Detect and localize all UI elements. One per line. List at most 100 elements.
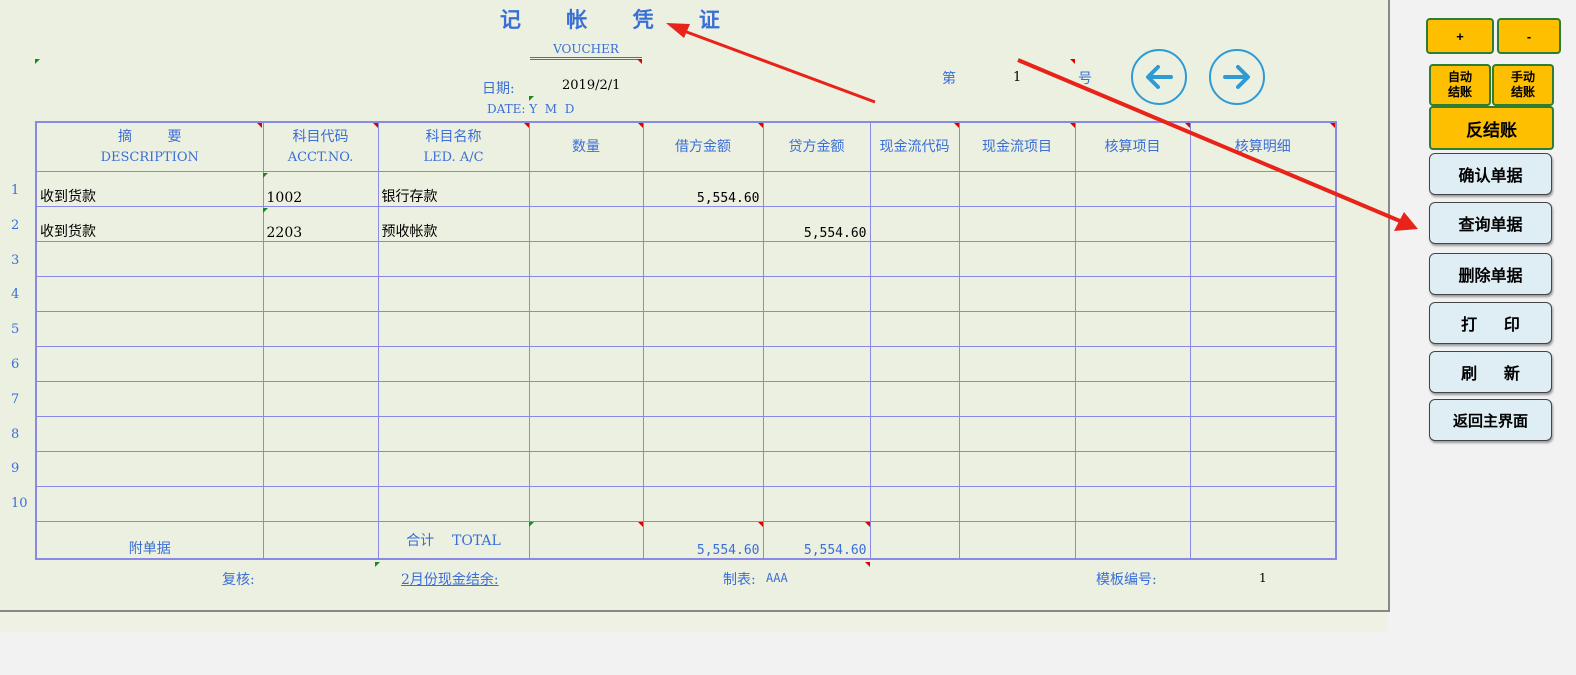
back-to-main-button[interactable]: 返回主界面: [1429, 399, 1552, 441]
cell-cashflow-item[interactable]: [958, 451, 1076, 487]
cell-quantity[interactable]: [528, 241, 644, 277]
cell-credit[interactable]: [762, 381, 871, 417]
cell-description[interactable]: [35, 276, 264, 312]
cell-accounting-detail[interactable]: [1189, 346, 1337, 382]
manual-close-button[interactable]: 手动 结账: [1492, 64, 1554, 106]
template-value[interactable]: 1: [1259, 571, 1267, 585]
cell-acct-no[interactable]: 2203: [262, 206, 379, 242]
query-voucher-button[interactable]: 查询单据: [1429, 202, 1552, 244]
cell-quantity[interactable]: [528, 276, 644, 312]
cell-debit[interactable]: [642, 241, 764, 277]
cell-accounting-detail[interactable]: [1189, 381, 1337, 417]
cell-cashflow-code[interactable]: [869, 206, 960, 242]
cell-acct-no[interactable]: [262, 451, 379, 487]
attachment-count-cell[interactable]: [262, 521, 379, 560]
cell-acct-no[interactable]: [262, 276, 379, 312]
cell-debit[interactable]: [642, 346, 764, 382]
date-value[interactable]: 2019/2/1: [562, 78, 620, 93]
minus-button[interactable]: -: [1497, 18, 1561, 54]
cell-credit[interactable]: [762, 486, 871, 522]
auto-close-button[interactable]: 自动 结账: [1429, 64, 1491, 106]
cell-acct-name[interactable]: 银行存款: [377, 171, 530, 207]
cell-accounting-detail[interactable]: [1189, 451, 1337, 487]
cell-accounting-detail[interactable]: [1189, 171, 1337, 207]
cell-accounting-detail[interactable]: [1189, 416, 1337, 452]
cell-description[interactable]: [35, 416, 264, 452]
cell-debit[interactable]: [642, 276, 764, 312]
cell-cashflow-code[interactable]: [869, 346, 960, 382]
cell-cashflow-code[interactable]: [869, 276, 960, 312]
print-button[interactable]: 打 印: [1429, 302, 1552, 344]
cell-description[interactable]: [35, 241, 264, 277]
cell-credit[interactable]: [762, 451, 871, 487]
cell-cashflow-item[interactable]: [958, 311, 1076, 347]
cell-description[interactable]: 收到货款: [35, 206, 264, 242]
cell-acct-no[interactable]: [262, 241, 379, 277]
cell-quantity[interactable]: [528, 311, 644, 347]
cell-accounting-detail[interactable]: [1189, 486, 1337, 522]
next-voucher-button[interactable]: [1209, 49, 1265, 105]
cell-acct-no[interactable]: [262, 416, 379, 452]
cell-debit[interactable]: [642, 381, 764, 417]
cell-description[interactable]: [35, 451, 264, 487]
cell-cashflow-item[interactable]: [958, 241, 1076, 277]
delete-voucher-button[interactable]: 删除单据: [1429, 253, 1552, 295]
cell-cashflow-code[interactable]: [869, 416, 960, 452]
cell-description[interactable]: [35, 346, 264, 382]
cell-accounting-item[interactable]: [1074, 346, 1191, 382]
cell-cashflow-item[interactable]: [958, 486, 1076, 522]
cell-acct-no[interactable]: [262, 311, 379, 347]
cell-accounting-item[interactable]: [1074, 241, 1191, 277]
cell-acct-name[interactable]: [377, 486, 530, 522]
cell-acct-name[interactable]: [377, 416, 530, 452]
cell-debit[interactable]: [642, 451, 764, 487]
cell-quantity[interactable]: [528, 381, 644, 417]
cell-description[interactable]: 收到货款: [35, 171, 264, 207]
cell-accounting-detail[interactable]: [1189, 241, 1337, 277]
cell-cashflow-item[interactable]: [958, 171, 1076, 207]
cell-quantity[interactable]: [528, 206, 644, 242]
cell-quantity[interactable]: [528, 451, 644, 487]
cell-credit[interactable]: [762, 416, 871, 452]
cell-quantity[interactable]: [528, 416, 644, 452]
reverse-close-button[interactable]: 反结账: [1429, 106, 1554, 150]
cash-balance-link[interactable]: 2月份现金结余:: [401, 569, 499, 589]
cell-acct-no[interactable]: [262, 486, 379, 522]
cell-acct-no[interactable]: [262, 381, 379, 417]
cell-quantity[interactable]: [528, 346, 644, 382]
cell-acct-name[interactable]: 预收帐款: [377, 206, 530, 242]
cell-acct-name[interactable]: [377, 311, 530, 347]
cell-cashflow-code[interactable]: [869, 451, 960, 487]
cell-acct-no[interactable]: [262, 346, 379, 382]
cell-accounting-item[interactable]: [1074, 486, 1191, 522]
cell-description[interactable]: [35, 311, 264, 347]
cell-debit[interactable]: [642, 206, 764, 242]
cell-acct-name[interactable]: [377, 451, 530, 487]
cell-cashflow-code[interactable]: [869, 381, 960, 417]
cell-credit[interactable]: 5,554.60: [762, 206, 871, 242]
cell-acct-name[interactable]: [377, 381, 530, 417]
cell-accounting-detail[interactable]: [1189, 311, 1337, 347]
refresh-button[interactable]: 刷 新: [1429, 351, 1552, 393]
cell-acct-no[interactable]: 1002: [262, 171, 379, 207]
cell-debit[interactable]: [642, 486, 764, 522]
voucher-no-value[interactable]: 1: [1013, 70, 1021, 85]
cell-acct-name[interactable]: [377, 241, 530, 277]
cell-debit[interactable]: 5,554.60: [642, 171, 764, 207]
cell-cashflow-code[interactable]: [869, 311, 960, 347]
cell-credit[interactable]: [762, 241, 871, 277]
cell-cashflow-item[interactable]: [958, 206, 1076, 242]
cell-credit[interactable]: [762, 276, 871, 312]
cell-debit[interactable]: [642, 416, 764, 452]
cell-credit[interactable]: [762, 346, 871, 382]
cell-accounting-detail[interactable]: [1189, 276, 1337, 312]
cell-acct-name[interactable]: [377, 276, 530, 312]
cell-credit[interactable]: [762, 171, 871, 207]
cell-accounting-item[interactable]: [1074, 311, 1191, 347]
cell-cashflow-code[interactable]: [869, 171, 960, 207]
cell-cashflow-code[interactable]: [869, 241, 960, 277]
cell-accounting-item[interactable]: [1074, 416, 1191, 452]
cell-cashflow-item[interactable]: [958, 346, 1076, 382]
cell-cashflow-item[interactable]: [958, 416, 1076, 452]
cell-accounting-item[interactable]: [1074, 276, 1191, 312]
